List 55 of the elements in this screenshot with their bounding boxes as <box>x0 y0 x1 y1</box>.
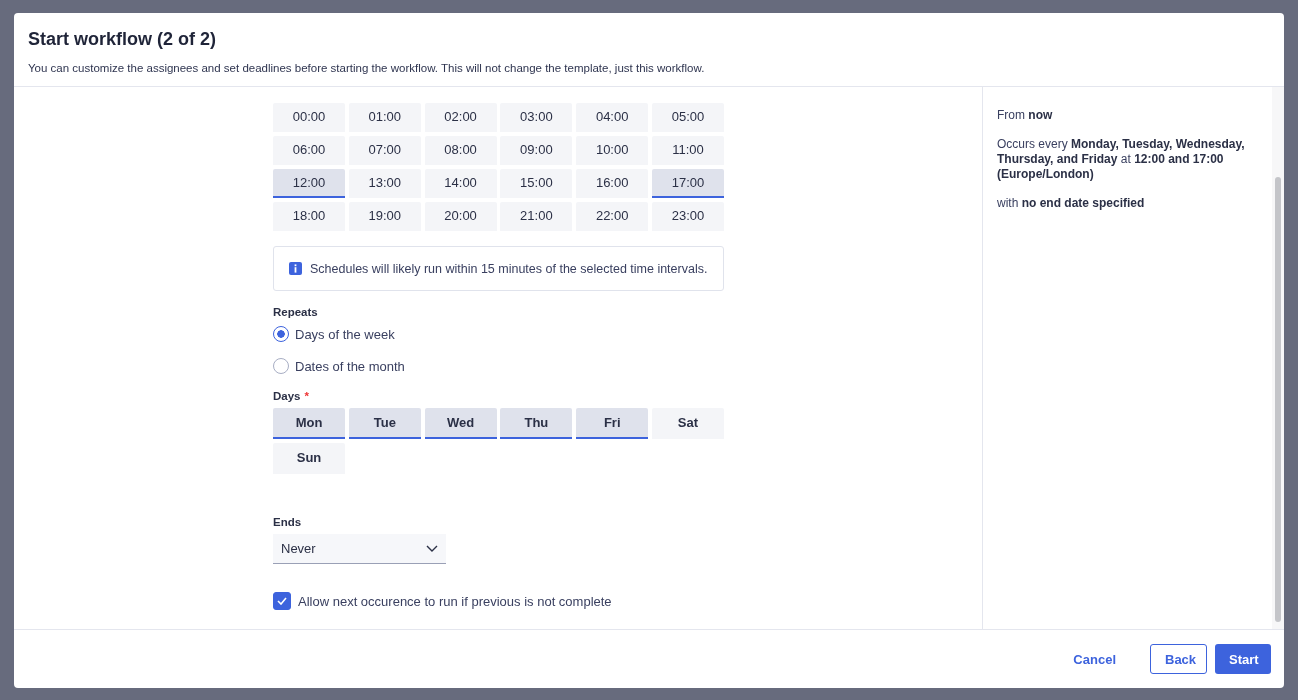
hour-toggle[interactable]: 20:00 <box>424 202 497 231</box>
hour-toggle[interactable]: 19:00 <box>348 202 421 231</box>
checkbox-label[interactable]: Allow next occurence to run if previous is not complete <box>298 593 612 609</box>
hour-toggle[interactable]: 14:00 <box>424 169 497 198</box>
hour-toggle[interactable]: 01:00 <box>348 103 421 132</box>
hour-toggle[interactable]: 04:00 <box>576 103 649 132</box>
info-text: Schedules will likely run within 15 minutes of the selected time intervals. <box>310 261 708 276</box>
day-toggle[interactable]: Tue <box>348 408 421 439</box>
back-button[interactable]: Back <box>1150 644 1207 674</box>
ends-dropdown[interactable]: Never <box>273 534 446 564</box>
radio-label[interactable]: Dates of the month <box>295 358 405 374</box>
day-toggle[interactable]: Thu <box>500 408 573 439</box>
radio-button[interactable] <box>273 326 289 342</box>
day-toggle[interactable]: Sat <box>652 408 724 439</box>
hour-toggle[interactable]: 17:00 <box>652 169 724 198</box>
day-toggle[interactable]: Fri <box>576 408 649 439</box>
cancel-link[interactable]: Cancel <box>1059 644 1130 674</box>
start-button[interactable]: Start <box>1215 644 1271 674</box>
hour-toggle[interactable]: 15:00 <box>500 169 573 198</box>
hour-toggle[interactable]: 12:00 <box>273 169 345 198</box>
schedule-summary: From now <box>997 108 1054 123</box>
hour-toggle[interactable]: 03:00 <box>500 103 573 132</box>
hour-toggle[interactable]: 23:00 <box>652 202 724 231</box>
hour-toggle[interactable]: 00:00 <box>273 103 345 132</box>
info-icon <box>289 262 302 275</box>
hour-toggle[interactable]: 06:00 <box>273 136 345 165</box>
field-label: Repeats <box>273 306 319 318</box>
scrollbar[interactable] <box>1272 87 1284 629</box>
chevron-down-icon <box>426 545 438 552</box>
hour-toggle[interactable]: 08:00 <box>424 136 497 165</box>
hour-toggle[interactable]: 13:00 <box>348 169 421 198</box>
schedule-summary: with no end date specified <box>997 196 1146 211</box>
hour-toggle[interactable]: 07:00 <box>348 136 421 165</box>
checkbox[interactable] <box>273 592 291 610</box>
required-mark: * <box>304 390 309 402</box>
dialog-title: Start workflow (2 of 2) <box>28 29 217 50</box>
day-toggle[interactable]: Wed <box>424 408 497 439</box>
hour-toggle[interactable]: 11:00 <box>652 136 724 165</box>
scrollbar-thumb[interactable] <box>1275 177 1281 622</box>
checkmark-icon <box>277 597 287 605</box>
hour-toggle[interactable]: 10:00 <box>576 136 649 165</box>
day-toggle[interactable]: Mon <box>273 408 345 439</box>
field-label: Days <box>273 390 301 402</box>
day-toggle[interactable]: Sun <box>273 443 345 474</box>
hour-toggle[interactable]: 21:00 <box>500 202 573 231</box>
hour-toggle[interactable]: 02:00 <box>424 103 497 132</box>
hour-toggle[interactable]: 18:00 <box>273 202 345 231</box>
hour-toggle[interactable]: 05:00 <box>652 103 724 132</box>
hour-toggle[interactable]: 16:00 <box>576 169 649 198</box>
hour-toggle[interactable]: 09:00 <box>500 136 573 165</box>
dialog-subtitle: You can customize the assignees and set deadlines before starting the workflow. This will not change the template, just this workflow. <box>28 62 706 74</box>
field-label: Ends <box>273 516 303 528</box>
schedule-summary: Occurs every Monday, Tuesday, Wednesday, Thursday, and Friday at 12:00 and 17:00 (Europe/London) <box>997 137 1246 182</box>
radio-label[interactable]: Days of the week <box>295 326 395 342</box>
hour-toggle[interactable]: 22:00 <box>576 202 649 231</box>
